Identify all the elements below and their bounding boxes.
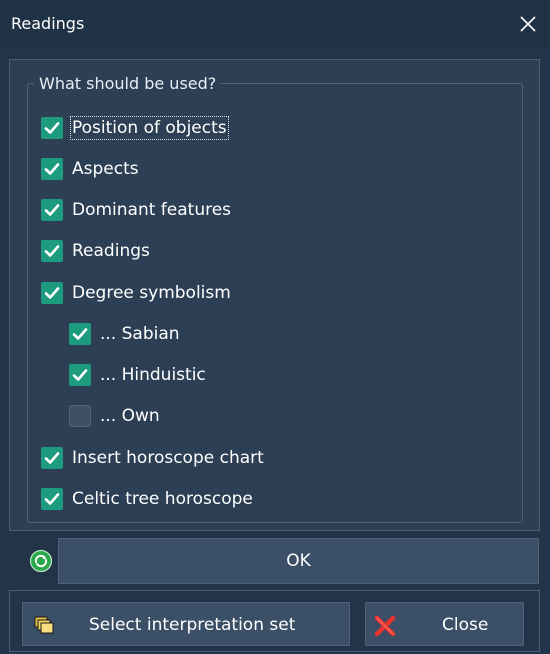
groupbox-legend: What should be used? bbox=[34, 74, 222, 93]
select-interpretation-set-button[interactable]: Select interpretation set bbox=[22, 602, 350, 646]
checkmark-icon bbox=[44, 163, 60, 175]
checkbox-hinduistic[interactable]: ... Hinduistic bbox=[69, 360, 206, 390]
checkmark-icon bbox=[44, 204, 60, 216]
checkbox-box[interactable] bbox=[41, 282, 63, 304]
checkbox-label: Aspects bbox=[72, 159, 139, 179]
checkbox-own[interactable]: ... Own bbox=[69, 401, 160, 431]
checkmark-icon bbox=[72, 369, 88, 381]
checkbox-box[interactable] bbox=[41, 447, 63, 469]
checkmark-icon bbox=[44, 245, 60, 257]
close-button[interactable]: Close bbox=[365, 602, 524, 646]
checkmark-icon bbox=[44, 452, 60, 464]
checkbox-label: ... Hinduistic bbox=[100, 365, 206, 385]
checkmark-icon bbox=[44, 493, 60, 505]
close-button-label: Close bbox=[442, 615, 489, 635]
checkbox-readings[interactable]: Readings bbox=[41, 236, 150, 266]
checkbox-box[interactable] bbox=[41, 240, 63, 262]
checkbox-label: Position of objects bbox=[70, 116, 229, 140]
checkbox-box[interactable] bbox=[69, 405, 91, 427]
checkbox-label: Insert horoscope chart bbox=[72, 448, 264, 468]
checkbox-aspects[interactable]: Aspects bbox=[41, 154, 139, 184]
checkbox-label: ... Own bbox=[100, 406, 160, 426]
checkbox-box[interactable] bbox=[41, 199, 63, 221]
checkbox-insert-horoscope-chart[interactable]: Insert horoscope chart bbox=[41, 443, 264, 473]
checkbox-degree-symbolism[interactable]: Degree symbolism bbox=[41, 278, 231, 308]
red-x-icon bbox=[374, 615, 396, 637]
checkbox-box[interactable] bbox=[69, 364, 91, 386]
window-title: Readings bbox=[11, 14, 85, 33]
close-icon bbox=[520, 16, 536, 32]
checkbox-label: Readings bbox=[72, 241, 150, 261]
checkbox-sabian[interactable]: ... Sabian bbox=[69, 319, 180, 349]
select-interpretation-set-label: Select interpretation set bbox=[89, 615, 296, 635]
checkbox-label: ... Sabian bbox=[100, 324, 180, 344]
checkbox-box[interactable] bbox=[41, 488, 63, 510]
checkbox-label: Degree symbolism bbox=[72, 283, 231, 303]
title-bar[interactable]: Readings bbox=[0, 0, 550, 48]
checkmark-icon bbox=[44, 287, 60, 299]
window-close-button[interactable] bbox=[514, 10, 542, 38]
green-refresh-icon bbox=[29, 549, 53, 573]
checkbox-label: Celtic tree horoscope bbox=[72, 489, 253, 509]
checkbox-box[interactable] bbox=[41, 117, 63, 139]
ok-button-label: OK bbox=[286, 551, 311, 571]
checkmark-icon bbox=[44, 122, 60, 134]
readings-dialog: Readings What should be used? Position o… bbox=[0, 0, 550, 654]
checkmark-icon bbox=[72, 328, 88, 340]
checkbox-label: Dominant features bbox=[72, 200, 232, 220]
ok-button[interactable]: OK bbox=[58, 538, 539, 584]
checkbox-box[interactable] bbox=[69, 323, 91, 345]
checkbox-position-of-objects[interactable]: Position of objects bbox=[41, 113, 229, 143]
checkbox-box[interactable] bbox=[41, 158, 63, 180]
checkbox-celtic-tree-horoscope[interactable]: Celtic tree horoscope bbox=[41, 484, 253, 514]
folders-icon bbox=[34, 616, 54, 634]
checkbox-dominant-features[interactable]: Dominant features bbox=[41, 195, 231, 225]
